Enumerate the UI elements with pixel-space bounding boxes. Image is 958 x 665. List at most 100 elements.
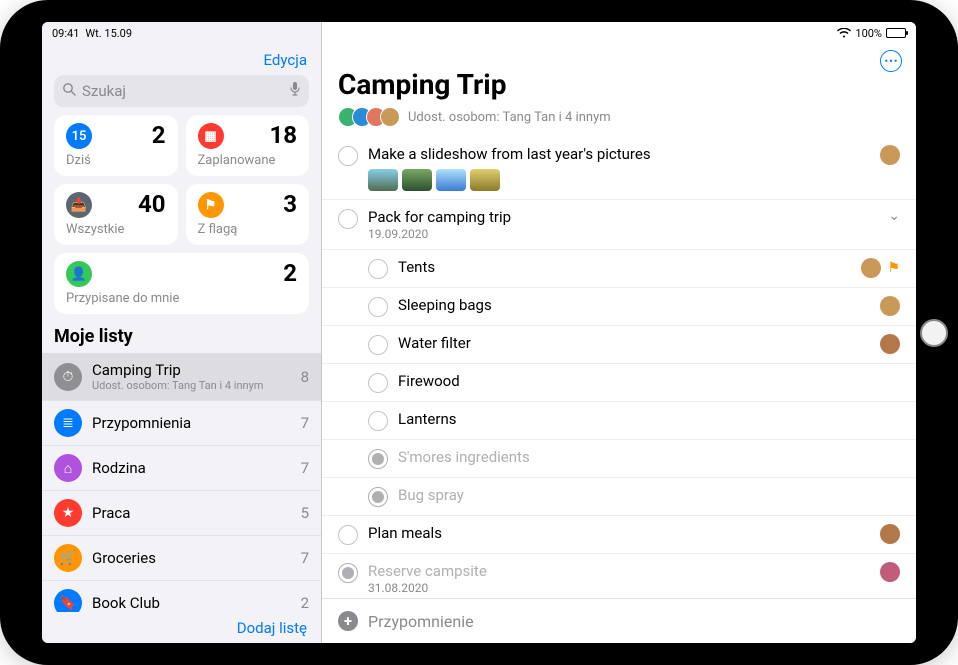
subtask-row[interactable]: Tents ⚑ [322, 250, 916, 288]
task-row[interactable]: Reserve campsite 31.08.2020 [322, 554, 916, 598]
subtask-row[interactable]: Bug spray [322, 478, 916, 516]
complete-toggle[interactable] [338, 563, 358, 583]
list-item[interactable]: ≣ Przypomnienia 7 [42, 401, 321, 446]
complete-toggle[interactable] [368, 259, 388, 279]
battery-icon [886, 28, 906, 38]
list-icon: ⏱ [54, 363, 82, 391]
thumbnail[interactable] [470, 169, 500, 191]
list-item-title: Book Club [92, 594, 291, 612]
complete-toggle[interactable] [368, 449, 388, 469]
complete-toggle[interactable] [368, 411, 388, 431]
list-item-title: Camping Trip [92, 361, 291, 379]
list-item-count: 7 [301, 549, 309, 567]
card-label: Wszystkie [66, 222, 166, 237]
chevron-down-icon[interactable]: ⌄ [888, 208, 900, 224]
subtask-row[interactable]: Water filter [322, 326, 916, 364]
list-item-count: 7 [301, 414, 309, 432]
task-title: Bug spray [398, 486, 890, 504]
task-title: Make a slideshow from last year's pictur… [368, 145, 870, 163]
assignee-avatar [880, 145, 900, 165]
task-row[interactable]: Make a slideshow from last year's pictur… [322, 137, 916, 200]
subtask-row[interactable]: Lanterns [322, 402, 916, 440]
smart-list-card[interactable]: ▦ 18 Zaplanowane [186, 115, 310, 176]
card-icon: ⚑ [198, 192, 224, 218]
assigned-card[interactable]: 👤 2 Przypisane do mnie [54, 253, 309, 314]
assignee-avatar [880, 562, 900, 582]
avatar [380, 107, 400, 127]
list-item-title: Praca [92, 504, 291, 522]
thumbnail[interactable] [436, 169, 466, 191]
shared-row[interactable]: Udost. osobom: Tang Tan i 4 innym [322, 107, 916, 137]
list-item-count: 7 [301, 459, 309, 477]
card-count: 2 [152, 121, 166, 149]
flag-icon: ⚑ [887, 260, 900, 276]
smart-list-card[interactable]: 📥 40 Wszystkie [54, 184, 178, 245]
list-icon: ≣ [54, 409, 82, 437]
attachment-thumbs [368, 169, 870, 191]
card-icon: ▦ [198, 123, 224, 149]
wifi-icon [837, 28, 851, 38]
thumbnail[interactable] [368, 169, 398, 191]
search-input[interactable]: Szukaj [54, 75, 309, 107]
more-button[interactable]: ⋯ [880, 50, 902, 72]
main-panel: ⋯ Camping Trip Udost. osobom: Tang Tan i… [322, 22, 916, 643]
search-placeholder: Szukaj [82, 82, 126, 100]
new-reminder-button[interactable]: + Przypomnienie [322, 598, 916, 643]
list-icon: 🔖 [54, 589, 82, 612]
card-count: 3 [283, 190, 297, 218]
assignee-avatar [861, 258, 881, 278]
card-count: 2 [283, 259, 297, 287]
shared-text: Udost. osobom: Tang Tan i 4 innym [408, 110, 611, 125]
complete-toggle[interactable] [338, 525, 358, 545]
task-row[interactable]: Plan meals [322, 516, 916, 554]
add-list-button[interactable]: Dodaj listę [237, 619, 307, 637]
list-item[interactable]: ⌂ Rodzina 7 [42, 446, 321, 491]
complete-toggle[interactable] [338, 209, 358, 229]
complete-toggle[interactable] [368, 487, 388, 507]
complete-toggle[interactable] [368, 335, 388, 355]
subtask-row[interactable]: Firewood [322, 364, 916, 402]
home-button[interactable] [920, 319, 948, 347]
status-time: 09:41 [52, 27, 79, 40]
card-icon: 👤 [66, 261, 92, 287]
task-title: Lanterns [398, 410, 890, 428]
task-row[interactable]: Pack for camping trip 19.09.2020 ⌄ [322, 200, 916, 250]
list-item-count: 8 [301, 368, 309, 386]
card-count: 40 [138, 190, 166, 218]
mic-icon[interactable] [289, 81, 301, 101]
card-label: Z flagą [198, 222, 298, 237]
smart-list-card[interactable]: ⚑ 3 Z flagą [186, 184, 310, 245]
task-title: Sleeping bags [398, 296, 870, 314]
complete-toggle[interactable] [338, 146, 358, 166]
status-date: Wt. 15.09 [85, 27, 132, 40]
thumbnail[interactable] [402, 169, 432, 191]
complete-toggle[interactable] [368, 297, 388, 317]
smart-list-card[interactable]: 15 2 Dziś [54, 115, 178, 176]
card-label: Zaplanowane [198, 153, 298, 168]
subtask-row[interactable]: S'mores ingredients [322, 440, 916, 478]
task-title: Reserve campsite [368, 562, 870, 580]
list-item-title: Przypomnienia [92, 414, 291, 432]
battery-pct: 100% [855, 27, 882, 40]
new-reminder-label: Przypomnienie [368, 612, 474, 631]
list-item[interactable]: ★ Praca 5 [42, 491, 321, 536]
list-item[interactable]: 🔖 Book Club 2 [42, 581, 321, 612]
list-icon: 🛒 [54, 544, 82, 572]
card-count: 18 [269, 121, 297, 149]
list-item-count: 5 [301, 504, 309, 522]
list-item-title: Rodzina [92, 459, 291, 477]
task-title: Water filter [398, 334, 870, 352]
complete-toggle[interactable] [368, 373, 388, 393]
card-label: Przypisane do mnie [66, 291, 297, 306]
sidebar: Edycja Szukaj 15 2 Dziś ▦ 18 Zaplanowane… [42, 22, 322, 643]
list-item[interactable]: ⏱ Camping Trip Udost. osobom: Tang Tan i… [42, 353, 321, 401]
list-item[interactable]: 🛒 Groceries 7 [42, 536, 321, 581]
search-icon [62, 82, 76, 100]
task-title: Pack for camping trip [368, 208, 878, 226]
task-date: 31.08.2020 [368, 581, 870, 595]
card-icon: 15 [66, 123, 92, 149]
subtask-row[interactable]: Sleeping bags [322, 288, 916, 326]
edit-button[interactable]: Edycja [264, 51, 307, 69]
assignee-avatar [880, 334, 900, 354]
assignee-avatar [880, 524, 900, 544]
